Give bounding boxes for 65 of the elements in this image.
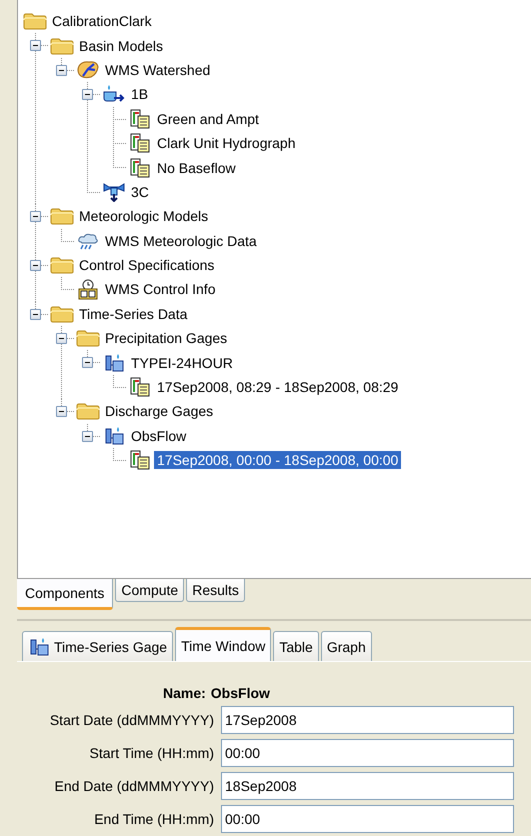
tree-item[interactable]: 17Sep2008, 00:00 - 18Sep2008, 00:00 — [154, 451, 402, 470]
tab[interactable]: Components — [17, 579, 114, 610]
document-icon — [129, 450, 151, 470]
collapse-toggle[interactable] — [82, 89, 93, 100]
subbasin-icon — [102, 84, 126, 104]
tree-item[interactable]: WMS Meteorologic Data — [102, 232, 260, 250]
collapse-toggle[interactable] — [30, 260, 41, 271]
tree-item[interactable]: Time-Series Data — [76, 304, 190, 323]
tree-item[interactable]: Control Specifications — [76, 256, 218, 274]
watershed-icon — [76, 60, 100, 80]
tree-item[interactable]: WMS Control Info — [102, 280, 218, 298]
tree-item[interactable]: Precipitation Gages — [102, 329, 230, 348]
gage-icon — [103, 352, 125, 373]
folder-icon — [50, 256, 74, 274]
tree-item[interactable]: 3C — [128, 182, 152, 201]
tree-item[interactable]: 1B — [128, 85, 152, 104]
tree-item[interactable]: Discharge Gages — [102, 402, 216, 420]
tab[interactable]: Graph — [320, 631, 372, 661]
tree-item[interactable]: 17Sep2008, 08:29 - 18Sep2008, 08:29 — [154, 378, 402, 396]
folder-icon — [76, 329, 100, 348]
input-field[interactable]: 00:00 — [221, 805, 514, 833]
tab[interactable]: Results — [186, 579, 245, 602]
name-label: Name: — [163, 685, 206, 701]
tab[interactable]: Time-Series Gage — [22, 631, 174, 661]
tab[interactable]: Compute — [115, 579, 184, 602]
collapse-toggle[interactable] — [30, 211, 41, 222]
tree-item[interactable]: Clark Unit Hydrograph — [154, 134, 298, 152]
field-label: Start Date (ddMMMYYYY) — [48, 712, 214, 728]
tree-item[interactable]: CalibrationClark — [49, 12, 155, 30]
document-icon — [129, 158, 151, 178]
tree-item[interactable]: TYPEI-24HOUR — [128, 354, 236, 372]
collapse-toggle[interactable] — [82, 357, 93, 368]
field-label: End Date (ddMMMYYYY) — [54, 778, 214, 794]
collapse-toggle[interactable] — [56, 333, 67, 344]
folder-icon — [50, 36, 74, 55]
tree-item[interactable]: Green and Ampt — [154, 110, 262, 128]
collapse-toggle[interactable] — [56, 64, 67, 76]
folder-icon — [23, 12, 47, 30]
collapse-toggle[interactable] — [30, 40, 41, 52]
folder-icon — [50, 304, 74, 323]
collapse-toggle[interactable] — [56, 406, 67, 418]
tree-item[interactable]: ObsFlow — [128, 426, 190, 445]
input-field[interactable]: 17Sep2008 — [221, 706, 514, 734]
field-label: End Time (HH:mm) — [93, 811, 214, 827]
tree-item[interactable]: WMS Watershed — [102, 60, 214, 79]
input-field[interactable]: 18Sep2008 — [221, 772, 514, 800]
folder-icon — [50, 207, 74, 226]
document-icon — [129, 377, 151, 398]
tab[interactable]: Table — [273, 631, 319, 661]
gage-icon — [103, 426, 125, 446]
collapse-toggle[interactable] — [30, 308, 41, 320]
junction-icon — [102, 182, 126, 202]
document-icon — [129, 108, 151, 129]
field-label: Start Time (HH:mm) — [88, 745, 214, 761]
folder-icon — [76, 402, 100, 420]
name-value: ObsFlow — [210, 685, 270, 701]
tree-item[interactable]: Basin Models — [76, 36, 166, 55]
clock-calendar-icon — [77, 278, 99, 300]
tab[interactable]: Time Window — [175, 627, 272, 661]
tree-item[interactable]: No Baseflow — [154, 158, 239, 177]
document-icon — [129, 133, 151, 154]
gage-icon — [28, 636, 50, 656]
tree-item[interactable]: Meteorologic Models — [76, 207, 212, 226]
collapse-toggle[interactable] — [82, 430, 93, 442]
input-field[interactable]: 00:00 — [221, 739, 514, 767]
